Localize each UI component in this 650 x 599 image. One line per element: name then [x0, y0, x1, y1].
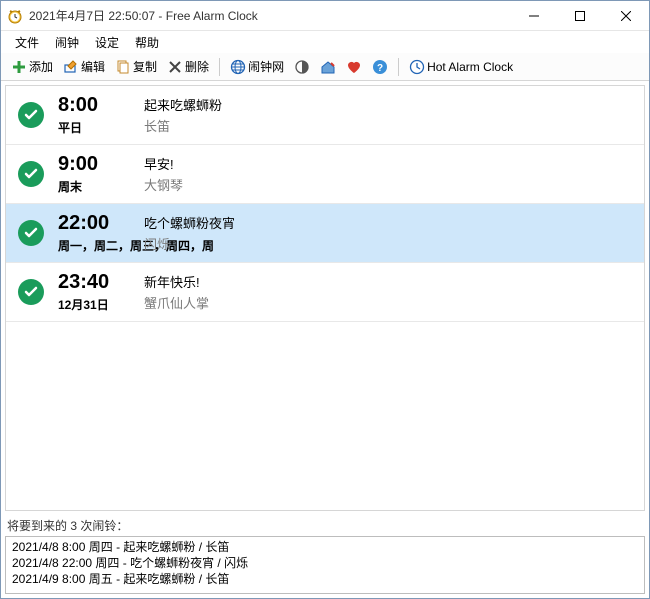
contrast-icon: [294, 59, 310, 75]
hot-alarm-button[interactable]: Hot Alarm Clock: [405, 57, 517, 77]
alarm-title: 新年快乐!: [144, 272, 632, 291]
check-icon[interactable]: [18, 161, 44, 187]
menu-settings[interactable]: 设定: [87, 32, 127, 53]
alarm-time-col: 22:00 周一，周二，周三，周四，周: [58, 212, 144, 254]
help-button[interactable]: ?: [368, 57, 392, 77]
window-title: 2021年4月7日 22:50:07 - Free Alarm Clock: [29, 7, 511, 24]
edit-label: 编辑: [81, 58, 105, 75]
alarm-list[interactable]: 8:00 平日 起来吃螺蛳粉 长笛 9:00 周末 早安! 大钢琴 22:00 …: [5, 85, 645, 511]
globe-icon: [230, 59, 246, 75]
close-button[interactable]: [603, 1, 649, 30]
alarm-text-col: 新年快乐! 蟹爪仙人掌: [144, 272, 632, 312]
home-button[interactable]: [316, 57, 340, 77]
copy-button[interactable]: 复制: [111, 56, 161, 77]
pencil-icon: [63, 59, 79, 75]
web-label: 闹钟网: [248, 58, 284, 75]
alarm-time: 8:00: [58, 94, 144, 117]
upcoming-item: 2021/4/8 22:00 周四 - 吃个螺蛳粉夜宵 / 闪烁: [12, 555, 638, 571]
clock-icon: [409, 59, 425, 75]
alarm-days: 12月31日: [58, 296, 144, 313]
alarm-text-col: 吃个螺蛳粉夜宵 闪烁: [144, 213, 632, 253]
upcoming-box: 2021/4/8 8:00 周四 - 起来吃螺蛳粉 / 长笛2021/4/8 2…: [5, 536, 645, 594]
maximize-button[interactable]: [557, 1, 603, 30]
heart-icon: [346, 59, 362, 75]
check-icon[interactable]: [18, 220, 44, 246]
alarm-row[interactable]: 8:00 平日 起来吃螺蛳粉 长笛: [6, 86, 644, 145]
alarm-title: 吃个螺蛳粉夜宵: [144, 213, 632, 232]
alarm-days: 平日: [58, 119, 144, 136]
alarm-sound: 蟹爪仙人掌: [144, 293, 632, 312]
contrast-button[interactable]: [290, 57, 314, 77]
toolbar-separator: [398, 58, 399, 76]
add-button[interactable]: 添加: [7, 56, 57, 77]
menu-help[interactable]: 帮助: [127, 32, 167, 53]
plus-icon: [11, 59, 27, 75]
alarm-time-col: 23:40 12月31日: [58, 271, 144, 313]
alarm-time-col: 9:00 周末: [58, 153, 144, 195]
check-icon[interactable]: [18, 102, 44, 128]
upcoming-label: 将要到来的 3 次闹铃：: [1, 515, 649, 536]
upcoming-item: 2021/4/8 8:00 周四 - 起来吃螺蛳粉 / 长笛: [12, 539, 638, 555]
web-button[interactable]: 闹钟网: [226, 56, 288, 77]
alarm-title: 起来吃螺蛳粉: [144, 95, 632, 114]
titlebar: 2021年4月7日 22:50:07 - Free Alarm Clock: [1, 1, 649, 31]
home-icon: [320, 59, 336, 75]
help-icon: ?: [372, 59, 388, 75]
alarm-text-col: 早安! 大钢琴: [144, 154, 632, 194]
alarm-time: 22:00: [58, 212, 144, 235]
alarm-days: 周末: [58, 178, 144, 195]
toolbar-separator: [219, 58, 220, 76]
alarm-row[interactable]: 23:40 12月31日 新年快乐! 蟹爪仙人掌: [6, 263, 644, 322]
copy-icon: [115, 59, 131, 75]
menubar: 文件 闹钟 设定 帮助: [1, 31, 649, 53]
copy-label: 复制: [133, 58, 157, 75]
heart-button[interactable]: [342, 57, 366, 77]
alarm-title: 早安!: [144, 154, 632, 173]
alarm-time-col: 8:00 平日: [58, 94, 144, 136]
delete-button[interactable]: 删除: [163, 56, 213, 77]
alarm-row[interactable]: 22:00 周一，周二，周三，周四，周 吃个螺蛳粉夜宵 闪烁: [6, 204, 644, 263]
alarm-sound: 长笛: [144, 116, 632, 135]
alarm-sound: 闪烁: [144, 234, 632, 253]
add-label: 添加: [29, 58, 53, 75]
menu-alarm[interactable]: 闹钟: [47, 32, 87, 53]
menu-file[interactable]: 文件: [7, 32, 47, 53]
app-icon: [7, 8, 23, 24]
delete-icon: [167, 59, 183, 75]
upcoming-item: 2021/4/9 8:00 周五 - 起来吃螺蛳粉 / 长笛: [12, 571, 638, 587]
alarm-row[interactable]: 9:00 周末 早安! 大钢琴: [6, 145, 644, 204]
alarm-sound: 大钢琴: [144, 175, 632, 194]
hot-alarm-label: Hot Alarm Clock: [427, 60, 513, 74]
toolbar: 添加 编辑 复制 删除 闹钟网 ? Hot Alarm Clock: [1, 53, 649, 81]
edit-button[interactable]: 编辑: [59, 56, 109, 77]
check-icon[interactable]: [18, 279, 44, 305]
window-controls: [511, 1, 649, 30]
alarm-text-col: 起来吃螺蛳粉 长笛: [144, 95, 632, 135]
delete-label: 删除: [185, 58, 209, 75]
svg-text:?: ?: [377, 63, 383, 74]
alarm-time: 23:40: [58, 271, 144, 294]
minimize-button[interactable]: [511, 1, 557, 30]
alarm-time: 9:00: [58, 153, 144, 176]
